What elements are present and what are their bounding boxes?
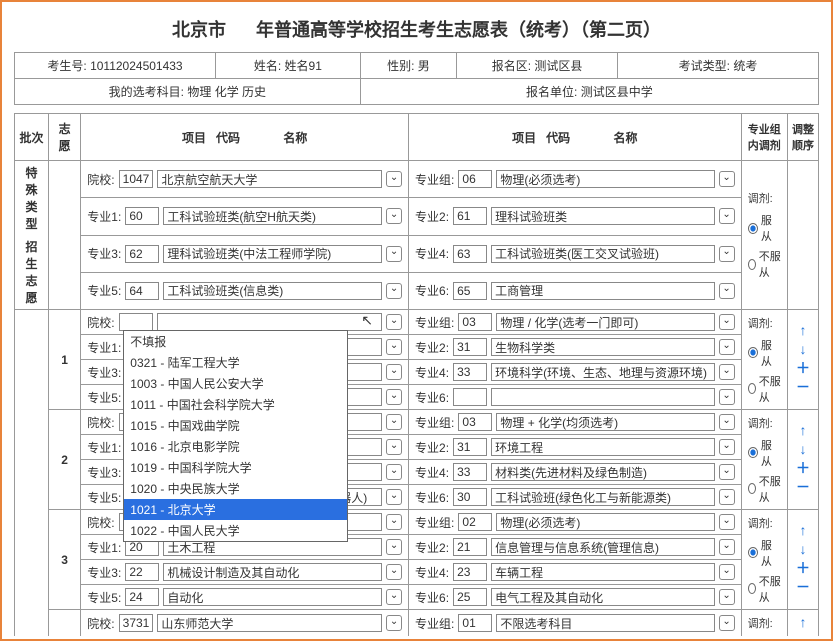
dropdown-icon[interactable]: [386, 314, 402, 330]
dropdown-icon[interactable]: [386, 283, 402, 299]
dropdown-icon[interactable]: [719, 615, 735, 631]
dropdown-option[interactable]: 1003 - 中国人民公安大学: [124, 373, 347, 394]
radio-obey[interactable]: 服从: [748, 212, 781, 244]
dropdown-icon[interactable]: [386, 208, 402, 224]
school-name-input[interactable]: [157, 313, 382, 331]
move-up-icon[interactable]: ↑: [794, 614, 812, 632]
dropdown-option[interactable]: 1021 - 北京大学: [124, 499, 347, 520]
radio-not-obey[interactable]: 不服从: [748, 373, 781, 405]
dropdown-icon[interactable]: [719, 464, 735, 480]
dropdown-icon[interactable]: [386, 564, 402, 580]
remove-icon[interactable]: －: [794, 579, 812, 597]
name-value: 姓名91: [285, 57, 322, 74]
school-name-input[interactable]: 北京航空航天大学: [157, 170, 382, 188]
add-icon[interactable]: ＋: [794, 360, 812, 378]
subjects-value: 物理 化学 历史: [187, 83, 266, 100]
dropdown-icon[interactable]: [386, 539, 402, 555]
page-title: 北京市 年普通高等学校招生考生志愿表（统考）（第二页）: [14, 12, 819, 52]
hdr-order: 调整顺序: [787, 114, 818, 161]
dropdown-icon[interactable]: [386, 246, 402, 262]
add-icon[interactable]: ＋: [794, 560, 812, 578]
dropdown-icon[interactable]: [386, 339, 402, 355]
group-req-input[interactable]: 物理(必须选考): [496, 170, 714, 188]
move-down-icon[interactable]: ↓: [794, 341, 812, 359]
wish-num: 3: [48, 510, 80, 610]
dropdown-icon[interactable]: [386, 414, 402, 430]
dropdown-icon[interactable]: [719, 314, 735, 330]
dropdown-icon[interactable]: [719, 246, 735, 262]
exam-type-value: 统考: [733, 57, 757, 74]
add-icon[interactable]: ＋: [794, 460, 812, 478]
dropdown-option[interactable]: 1011 - 中国社会科学院大学: [124, 394, 347, 415]
dropdown-icon[interactable]: [386, 589, 402, 605]
district-value: 测试区县: [534, 57, 582, 74]
info-table: 考生号: 10112024501433 姓名: 姓名91 性别: 男 报名区: …: [14, 52, 819, 105]
dropdown-icon[interactable]: [719, 283, 735, 299]
dropdown-option[interactable]: 0321 - 陆军工程大学: [124, 352, 347, 373]
wish-num: 1: [48, 310, 80, 410]
radio-not-obey[interactable]: 不服从: [748, 473, 781, 505]
dropdown-option[interactable]: 1019 - 中国科学院大学: [124, 457, 347, 478]
move-up-icon[interactable]: ↑: [794, 522, 812, 540]
radio-not-obey[interactable]: 不服从: [748, 573, 781, 605]
dropdown-icon[interactable]: [386, 364, 402, 380]
dropdown-icon[interactable]: [719, 439, 735, 455]
school-code-input[interactable]: [119, 313, 153, 331]
school-dropdown[interactable]: 不填报0321 - 陆军工程大学1003 - 中国人民公安大学1011 - 中国…: [123, 330, 348, 542]
dropdown-icon[interactable]: [386, 514, 402, 530]
remove-icon[interactable]: －: [794, 479, 812, 497]
dropdown-icon[interactable]: [386, 615, 402, 631]
dropdown-icon[interactable]: [386, 489, 402, 505]
school-code-input[interactable]: 1047: [119, 170, 154, 188]
dropdown-icon[interactable]: [719, 589, 735, 605]
label-school: 院校:: [87, 171, 114, 188]
remove-icon[interactable]: －: [794, 379, 812, 397]
move-up-icon[interactable]: ↑: [794, 322, 812, 340]
exam-id-value: 10112024501433: [90, 59, 183, 73]
move-down-icon[interactable]: ↓: [794, 541, 812, 559]
radio-obey[interactable]: 服从: [748, 337, 781, 369]
hdr-left: 项目 代码 名称: [81, 114, 409, 161]
dropdown-icon[interactable]: [719, 514, 735, 530]
hdr-right: 项目 代码 名称: [409, 114, 742, 161]
special-batch-label: 特殊类型 招生志愿: [15, 161, 49, 310]
move-up-icon[interactable]: ↑: [794, 422, 812, 440]
wish-table: 批次 志愿 项目 代码 名称 项目 代码 名称 专业组内调剂 调整顺序 特殊类型: [14, 113, 819, 636]
dropdown-icon[interactable]: [719, 414, 735, 430]
dropdown-icon[interactable]: [719, 564, 735, 580]
dropdown-option[interactable]: 1022 - 中国人民大学: [124, 520, 347, 541]
dropdown-icon[interactable]: [719, 208, 735, 224]
wish-num: 2: [48, 410, 80, 510]
dropdown-icon[interactable]: [719, 389, 735, 405]
unit-value: 测试区县中学: [581, 83, 653, 100]
exam-id-label: 考生号:: [47, 57, 86, 74]
radio-not-obey[interactable]: 不服从: [748, 248, 781, 280]
hdr-wish: 志愿: [48, 114, 80, 161]
dropdown-icon[interactable]: [386, 389, 402, 405]
dropdown-option[interactable]: 不填报: [124, 331, 347, 352]
dropdown-icon[interactable]: [719, 171, 735, 187]
dropdown-icon[interactable]: [386, 464, 402, 480]
dropdown-option[interactable]: 1016 - 北京电影学院: [124, 436, 347, 457]
dropdown-icon[interactable]: [386, 439, 402, 455]
move-down-icon[interactable]: ↓: [794, 441, 812, 459]
dropdown-icon[interactable]: [719, 539, 735, 555]
radio-obey[interactable]: 服从: [748, 537, 781, 569]
dropdown-option[interactable]: 1020 - 中央民族大学: [124, 478, 347, 499]
hdr-adj: 专业组内调剂: [741, 114, 787, 161]
dropdown-icon[interactable]: [719, 364, 735, 380]
dropdown-icon[interactable]: [719, 339, 735, 355]
dropdown-icon[interactable]: [386, 171, 402, 187]
gender-value: 男: [418, 57, 430, 74]
group-code-input[interactable]: 06: [458, 170, 492, 188]
radio-obey[interactable]: 服从: [748, 437, 781, 469]
adj-label: 调剂:: [748, 190, 781, 206]
hdr-batch: 批次: [15, 114, 49, 161]
special-wish: [48, 161, 80, 310]
dropdown-option[interactable]: 1015 - 中国戏曲学院: [124, 415, 347, 436]
dropdown-icon[interactable]: [719, 489, 735, 505]
